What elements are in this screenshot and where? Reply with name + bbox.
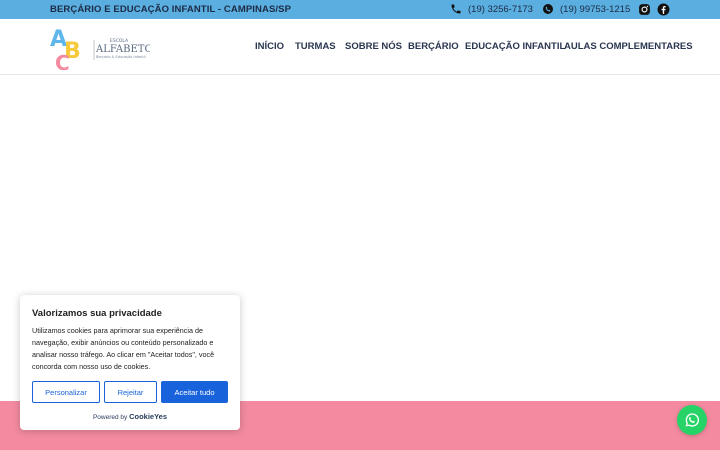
- powered-by: Powered by CookieYes: [20, 412, 240, 421]
- school-logo[interactable]: A B C ESCOLA ALFABETO Berçário & Educaçã…: [50, 26, 150, 70]
- customize-button[interactable]: Personalizar: [32, 381, 100, 403]
- phone-contact[interactable]: (19) 3256-7173: [450, 3, 533, 15]
- cookieyes-logo[interactable]: CookieYes: [129, 412, 167, 421]
- whatsapp-number: (19) 99753-1215: [560, 3, 631, 15]
- nav-sobre-nos[interactable]: SOBRE NÓS: [345, 41, 402, 52]
- nav-bercario[interactable]: BERÇÁRIO: [408, 41, 459, 52]
- site-header: A B C ESCOLA ALFABETO Berçário & Educaçã…: [0, 19, 720, 75]
- nav-turmas[interactable]: TURMAS: [295, 41, 336, 52]
- accept-all-button[interactable]: Aceitar tudo: [161, 381, 228, 403]
- cookie-body: Utilizamos cookies para aprimorar sua ex…: [32, 326, 215, 371]
- instagram-icon[interactable]: [638, 3, 651, 16]
- nav-educacao-infantil[interactable]: EDUCAÇÃO INFANTIL: [465, 41, 565, 52]
- whatsapp-contact[interactable]: (19) 99753-1215: [542, 3, 630, 15]
- whatsapp-icon: [543, 4, 553, 14]
- cookie-title: Valorizamos sua privacidade: [32, 308, 162, 319]
- logo-line3: Berçário & Educação Infantil: [96, 55, 146, 59]
- abc-logo-icon: A B C ESCOLA ALFABETO Berçário & Educaçã…: [50, 27, 150, 70]
- whatsapp-icon: [685, 413, 700, 427]
- cookie-banner: Valorizamos sua privacidade Utilizamos c…: [20, 295, 240, 430]
- nav-aulas-complementares[interactable]: AULAS COMPLEMENTARES: [564, 41, 693, 52]
- phone-number: (19) 3256-7173: [468, 3, 533, 15]
- top-bar: BERÇÁRIO E EDUCAÇÃO INFANTIL - CAMPINAS/…: [0, 0, 720, 19]
- svg-text:C: C: [55, 51, 70, 70]
- phone-icon: [451, 4, 461, 14]
- topbar-tagline: BERÇÁRIO E EDUCAÇÃO INFANTIL - CAMPINAS/…: [50, 4, 292, 15]
- reject-button[interactable]: Rejeitar: [104, 381, 157, 403]
- logo-line2: ALFABETO: [95, 44, 150, 55]
- nav-inicio[interactable]: INÍCIO: [255, 41, 284, 52]
- powered-by-label: Powered by: [92, 414, 128, 421]
- whatsapp-float-button[interactable]: [677, 405, 707, 435]
- facebook-icon[interactable]: [657, 3, 670, 16]
